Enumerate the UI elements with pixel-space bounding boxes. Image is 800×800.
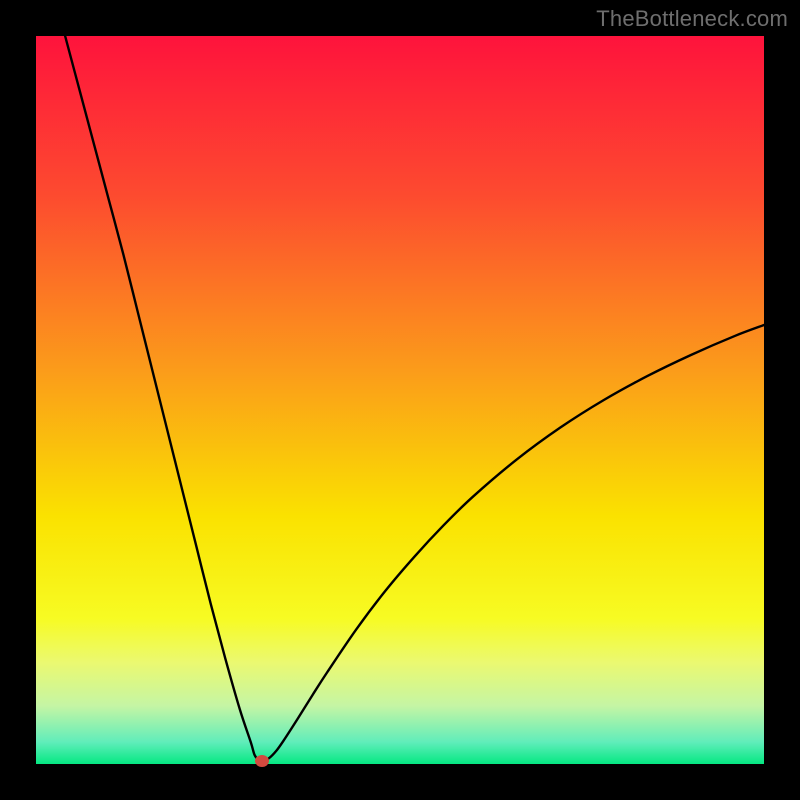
minimum-marker (255, 755, 269, 767)
plot-area (36, 36, 764, 764)
watermark-text: TheBottleneck.com (596, 6, 788, 32)
chart-frame: TheBottleneck.com (0, 0, 800, 800)
curve-svg (36, 36, 764, 764)
bottleneck-curve-path (65, 36, 764, 761)
